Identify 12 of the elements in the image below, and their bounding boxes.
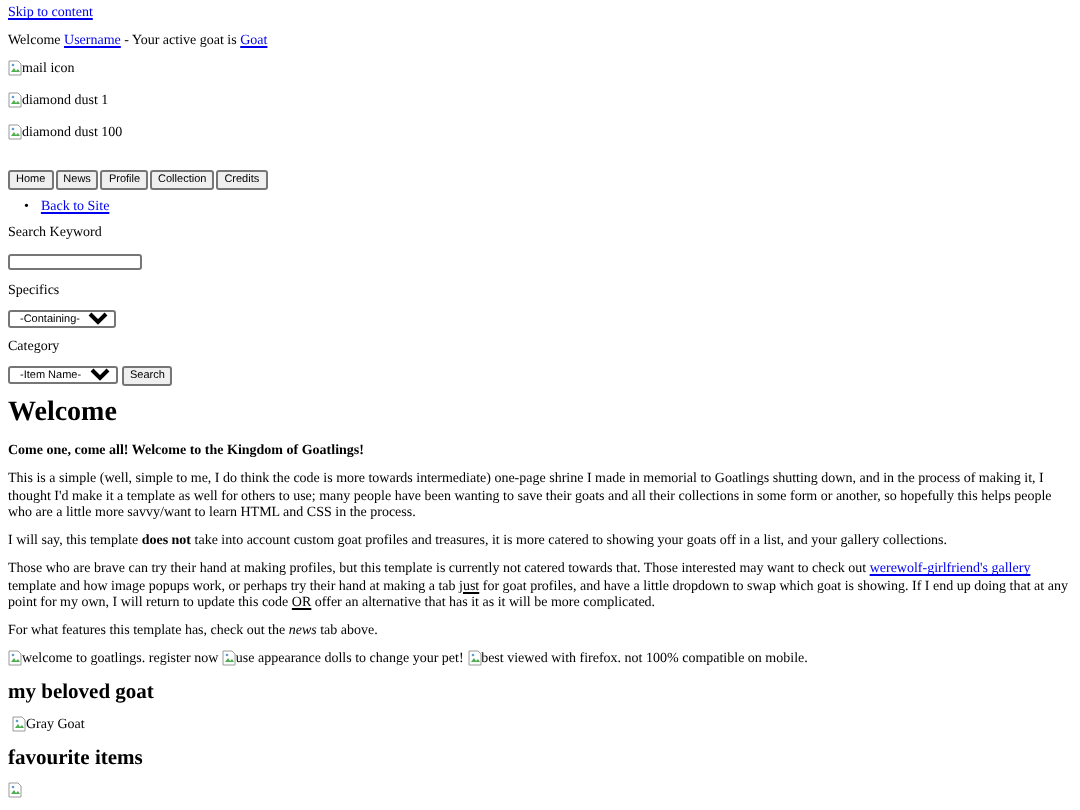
- broken-image-icon: [8, 782, 22, 799]
- broken-image-icon: [8, 650, 22, 667]
- broken-image-icon: [221, 650, 236, 667]
- page-heading: Welcome: [8, 398, 119, 431]
- search-field[interactable]: [8, 254, 142, 271]
- broken-image-icon: [467, 650, 482, 667]
- broken-image-icon: [8, 60, 22, 76]
- section-heading: favourite items: [8, 748, 145, 773]
- broken-image-icon: [12, 716, 26, 733]
- broken-image-icon: [8, 124, 22, 140]
- broken-image-icon: [8, 92, 22, 108]
- section-heading: my beloved goat: [8, 682, 156, 707]
